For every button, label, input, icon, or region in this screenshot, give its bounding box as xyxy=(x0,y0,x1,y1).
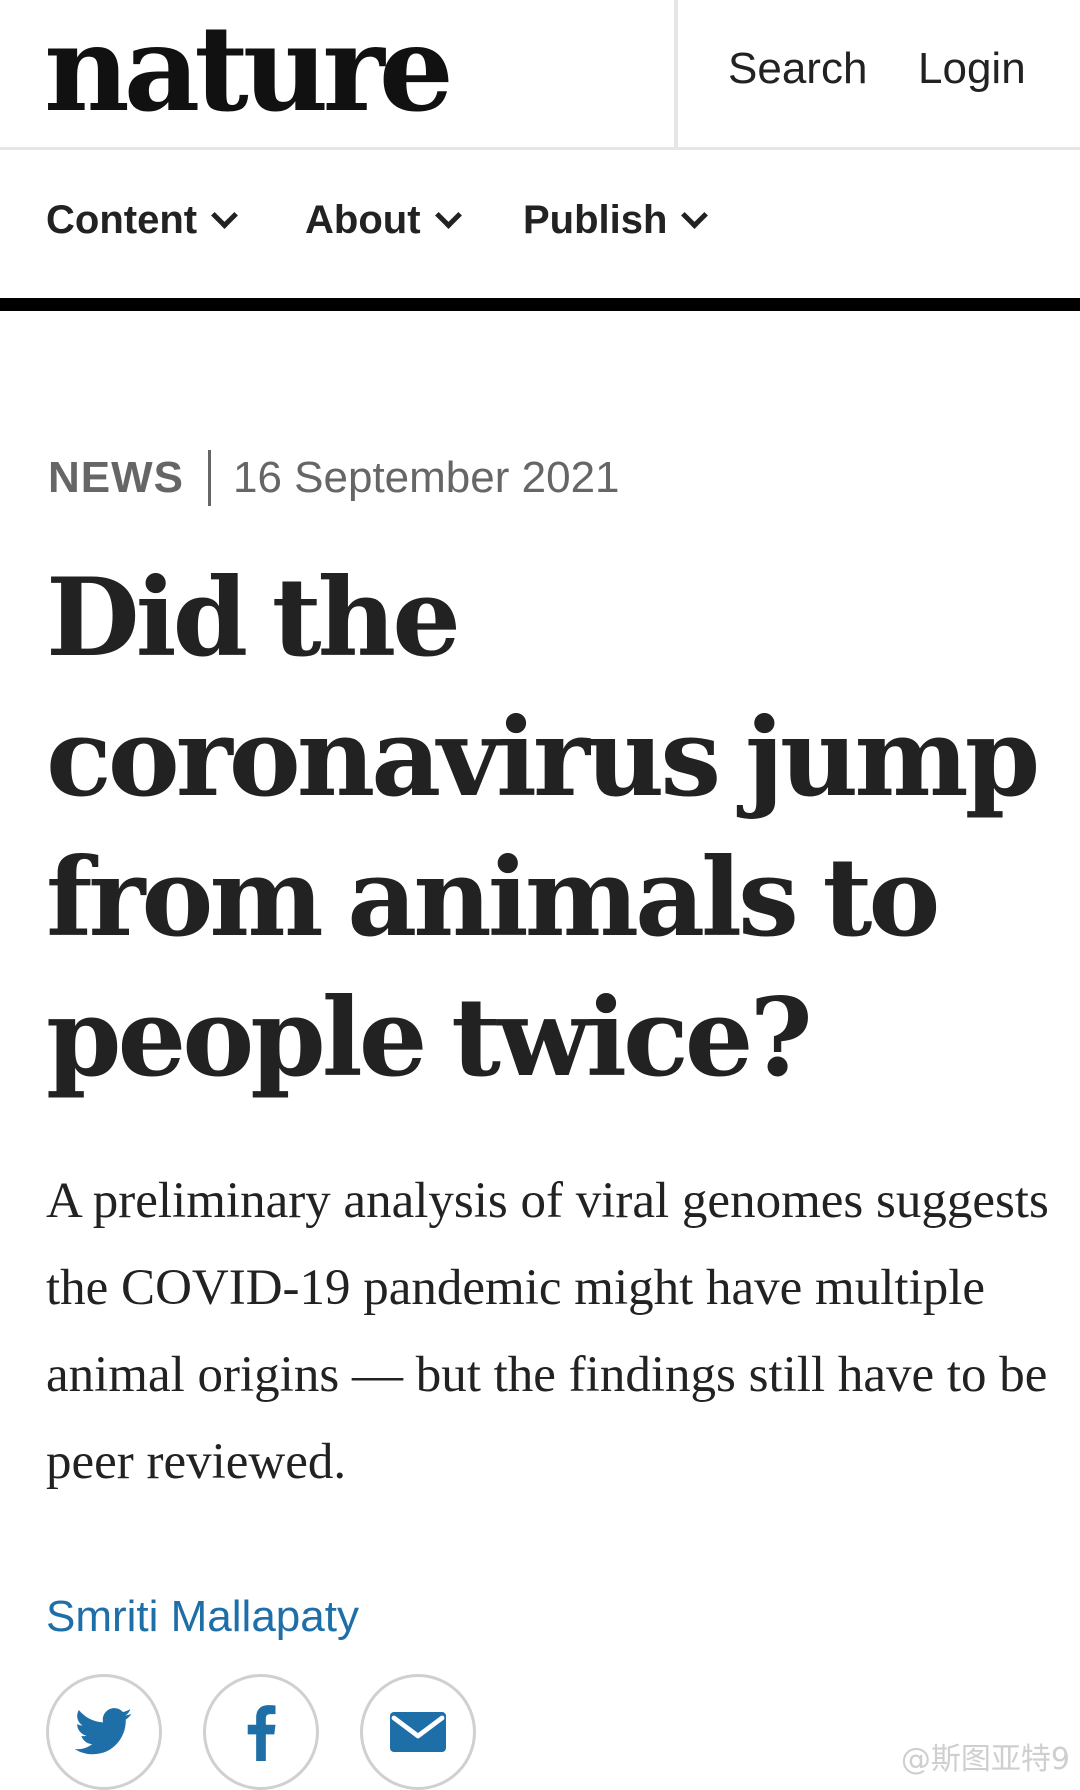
meta-divider xyxy=(208,450,211,506)
chevron-down-icon xyxy=(211,202,239,229)
nav-item-label: Content xyxy=(46,198,198,242)
watermark-text: @斯图亚特9 xyxy=(900,1742,1070,1777)
site-header: nature Search Login xyxy=(0,0,1080,150)
article-type: NEWS xyxy=(48,453,184,502)
chevron-down-icon xyxy=(434,202,462,229)
share-twitter-button[interactable] xyxy=(46,1674,162,1790)
nav-item-label: Publish xyxy=(523,198,668,242)
chevron-down-icon xyxy=(681,202,709,229)
login-link[interactable]: Login xyxy=(918,44,1026,94)
article-title: Did the coronavirus jump from animals to… xyxy=(46,555,1040,1101)
search-link[interactable]: Search xyxy=(728,44,867,94)
facebook-icon xyxy=(247,1705,276,1761)
nav-item-content[interactable]: Content xyxy=(46,198,239,243)
article-meta: NEWS 16 September 2021 xyxy=(48,448,620,508)
twitter-icon xyxy=(75,1708,133,1755)
nature-logo[interactable]: nature xyxy=(44,10,454,128)
author-link[interactable]: Smriti Mallapaty xyxy=(46,1592,359,1642)
share-email-button[interactable] xyxy=(360,1674,476,1790)
header-divider xyxy=(674,0,678,150)
share-facebook-button[interactable] xyxy=(203,1674,319,1790)
main-nav: Content About Publish xyxy=(0,150,1080,311)
nav-item-publish[interactable]: Publish xyxy=(523,198,709,243)
email-icon xyxy=(390,1712,446,1752)
nav-item-about[interactable]: About xyxy=(305,198,462,243)
article-date: 16 September 2021 xyxy=(233,453,620,502)
nav-item-label: About xyxy=(305,198,421,242)
article-standfirst: A preliminary analysis of viral genomes … xyxy=(46,1173,1049,1490)
